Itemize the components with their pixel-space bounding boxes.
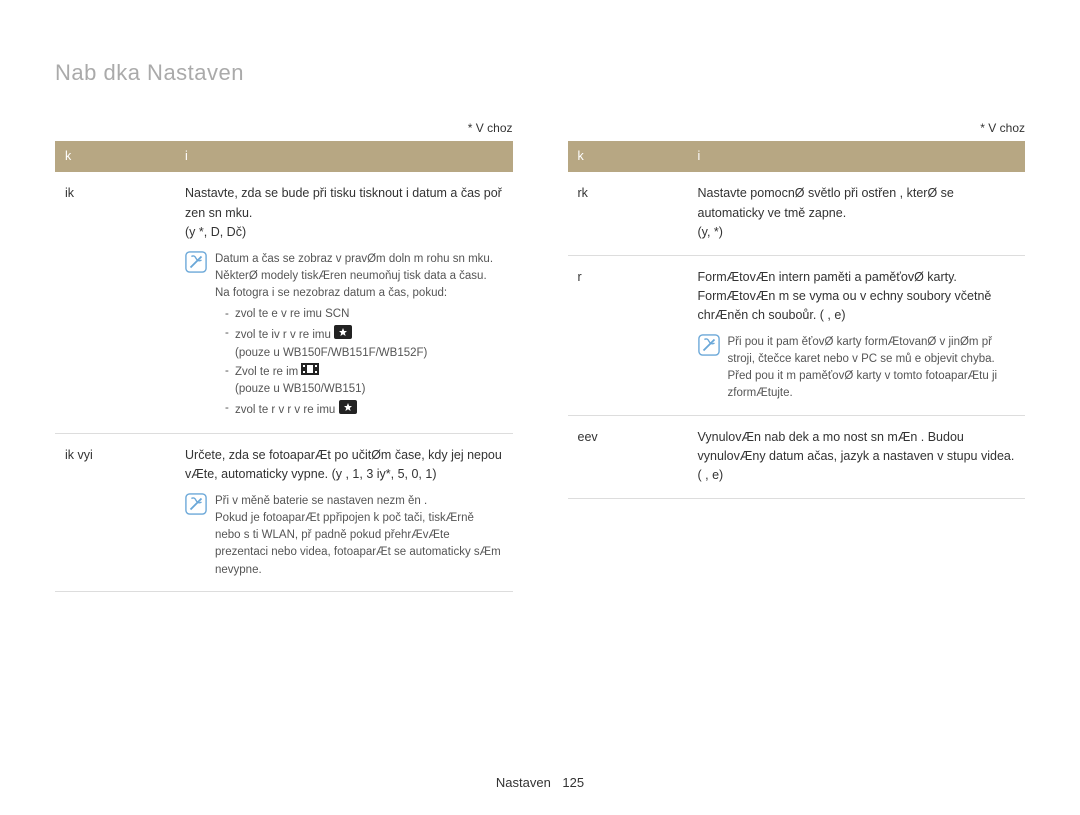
setting-key: ik vyi: [55, 433, 175, 591]
left-column: * V choz k i ik Nastavte, zda se bude př…: [55, 121, 513, 592]
desc-line: VynulovÆn nab dek a mo nost sn mÆn . Bud…: [698, 428, 1016, 486]
star-camera-icon: [334, 325, 352, 345]
note-icon: [698, 334, 720, 356]
bullet-text: zvol te r v r v re imu: [235, 404, 335, 416]
table-row: r FormÆtovÆn intern paměti a paměťovØ ka…: [568, 255, 1026, 415]
footer-page-number: 125: [562, 775, 584, 790]
bullet-text: zvol te e v re imu SCN: [235, 308, 349, 320]
desc-line: FormÆtovÆn intern paměti a paměťovØ kart…: [698, 268, 1016, 326]
note-icon: [185, 493, 207, 515]
settings-table-left: k i ik Nastavte, zda se bude při tisku t…: [55, 141, 513, 592]
list-item: zvol te iv r v re imu (pouze u WB150F/WB…: [225, 325, 493, 363]
note-block: Datum a čas se zobraz v pravØm doln m ro…: [185, 251, 503, 421]
setting-desc: Nastavte, zda se bude při tisku tisknout…: [175, 172, 513, 433]
list-item: zvol te e v re imu SCN: [225, 306, 493, 323]
list-item: zvol te r v r v re imu: [225, 400, 493, 420]
note-icon: [185, 251, 207, 273]
note-text: Při pou it pam ěťovØ karty formÆtovanØ v…: [728, 334, 1016, 403]
note-line: Při pou it pam ěťovØ karty formÆtovanØ v…: [728, 334, 1016, 403]
note-block: Při v měně baterie se nastaven nezm ěn .…: [185, 493, 503, 579]
table-row: ik Nastavte, zda se bude při tisku tiskn…: [55, 172, 513, 433]
col-header-key: k: [55, 141, 175, 172]
desc-line: (y, *): [698, 223, 1016, 242]
default-marker-left: * V choz: [55, 121, 513, 135]
setting-key: eev: [568, 415, 688, 498]
desc-line: (y *, D, Dč): [185, 223, 503, 242]
desc-line: Určete, zda se fotoaparÆt po učitØm čase…: [185, 446, 503, 485]
setting-key: ik: [55, 172, 175, 433]
note-line: Pokud je fotoaparÆt ppřipojen k poč tači…: [215, 510, 503, 579]
default-marker-right: * V choz: [568, 121, 1026, 135]
note-block: Při pou it pam ěťovØ karty formÆtovanØ v…: [698, 334, 1016, 403]
page-footer: Nastaven 125: [0, 775, 1080, 790]
setting-key: rk: [568, 172, 688, 255]
note-line: Datum a čas se zobraz v pravØm doln m ro…: [215, 251, 493, 268]
setting-desc: VynulovÆn nab dek a mo nost sn mÆn . Bud…: [688, 415, 1026, 498]
bullet-text: zvol te iv r v re imu: [235, 329, 331, 341]
footer-label: Nastaven: [496, 775, 551, 790]
note-bullets: zvol te e v re imu SCN zvol te iv r v re…: [225, 306, 493, 420]
settings-table-right: k i rk Nastavte pomocnØ světlo při ostře…: [568, 141, 1026, 499]
note-text: Při v měně baterie se nastaven nezm ěn .…: [215, 493, 503, 579]
page-title: Nab dka Nastaven: [55, 60, 1025, 86]
table-row: eev VynulovÆn nab dek a mo nost sn mÆn .…: [568, 415, 1026, 498]
setting-desc: FormÆtovÆn intern paměti a paměťovØ kart…: [688, 255, 1026, 415]
col-header-desc: i: [688, 141, 1026, 172]
table-row: ik vyi Určete, zda se fotoaparÆt po učit…: [55, 433, 513, 591]
desc-line: Nastavte, zda se bude při tisku tisknout…: [185, 184, 503, 223]
setting-desc: Určete, zda se fotoaparÆt po učitØm čase…: [175, 433, 513, 591]
col-header-desc: i: [175, 141, 513, 172]
note-line: Při v měně baterie se nastaven nezm ěn .: [215, 493, 503, 510]
list-item: Zvol te re im (pouze u WB150/WB151): [225, 363, 493, 399]
desc-line: Nastavte pomocnØ světlo při ostřen , kte…: [698, 184, 1016, 223]
note-text: Datum a čas se zobraz v pravØm doln m ro…: [215, 251, 493, 421]
bullet-sub: (pouze u WB150/WB151): [235, 381, 493, 398]
setting-desc: Nastavte pomocnØ světlo při ostřen , kte…: [688, 172, 1026, 255]
film-icon: [301, 363, 319, 381]
bullet-text: Zvol te re im: [235, 366, 298, 378]
columns: * V choz k i ik Nastavte, zda se bude př…: [55, 121, 1025, 592]
page: Nab dka Nastaven * V choz k i ik Nasta: [0, 0, 1080, 815]
bullet-sub: (pouze u WB150F/WB151F/WB152F): [235, 345, 493, 362]
note-line: Na fotogra i se nezobraz datum a čas, po…: [215, 285, 493, 302]
note-line: NěkterØ modely tiskÆren neumoňuj tisk da…: [215, 268, 493, 285]
table-row: rk Nastavte pomocnØ světlo při ostřen , …: [568, 172, 1026, 255]
right-column: * V choz k i rk Nastavte pomocnØ světlo …: [568, 121, 1026, 592]
col-header-key: k: [568, 141, 688, 172]
setting-key: r: [568, 255, 688, 415]
star-camera-icon: [339, 400, 357, 420]
